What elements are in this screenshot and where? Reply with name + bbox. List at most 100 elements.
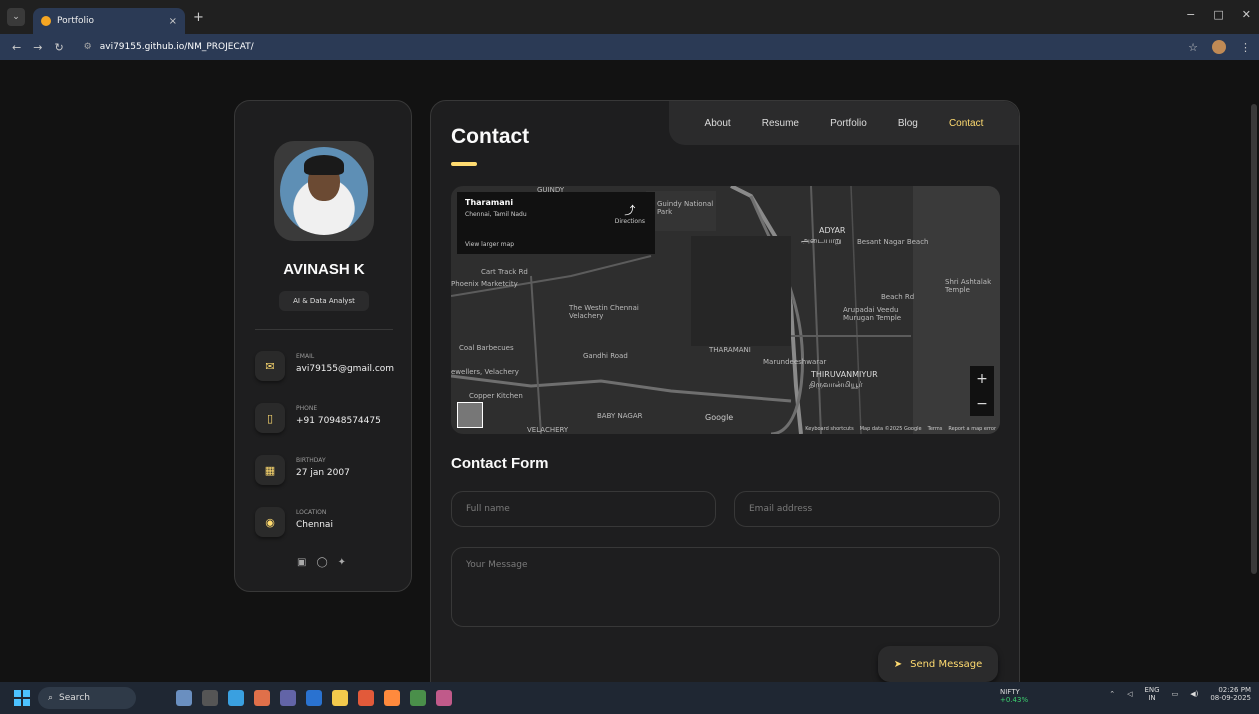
twitter-icon[interactable]: ✦ [338, 557, 346, 568]
url-text: avi79155.github.io/NM_PROJECAT/ [99, 42, 254, 52]
map-park [691, 236, 791, 346]
send-message-button[interactable]: ➤ Send Message [878, 646, 998, 682]
minimize-button[interactable]: − [1186, 8, 1195, 21]
clock[interactable]: 02:26 PM 08-09-2025 [1210, 686, 1251, 702]
bookmark-star-icon[interactable]: ☆ [1188, 41, 1198, 54]
map-label-thiruvanmiyur: THIRUVANMIYUR [811, 370, 878, 379]
chevron-up-icon[interactable]: ⌃ [1109, 690, 1115, 698]
top-navbar: About Resume Portfolio Blog Contact [669, 101, 1019, 145]
language-indicator[interactable]: ENG IN [1144, 686, 1159, 702]
directions-button[interactable]: ⤴ Directions [615, 202, 645, 225]
taskbar-search[interactable]: ⌕ Search [38, 687, 136, 709]
page-title: Contact [451, 125, 530, 148]
new-tab-button[interactable]: + [193, 10, 204, 25]
zoom-in-button[interactable]: + [976, 371, 988, 387]
profile-name: AVINASH K [283, 261, 365, 278]
map-label-tharamani: THARAMANI [709, 346, 751, 354]
email-input[interactable]: Email address [734, 491, 1000, 527]
contact-label: PHONE [296, 405, 318, 412]
volume-icon[interactable]: ◀) [1190, 690, 1198, 698]
linkedin-icon[interactable]: ▣ [297, 557, 306, 568]
contact-label: EMAIL [296, 353, 315, 360]
app-icon[interactable] [254, 690, 270, 706]
tab-search-button[interactable]: ⌄ [7, 8, 25, 26]
map-label-arupadai: Arupadai Veedu Murugan Temple [843, 306, 902, 322]
map-place-card: Tharamani Chennai, Tamil Nadu View large… [457, 192, 655, 254]
windows-start-icon[interactable] [14, 690, 30, 706]
nav-contact[interactable]: Contact [949, 118, 983, 129]
contact-item-email: ✉ EMAIL avi79155@gmail.com [255, 351, 405, 387]
map-label-adyar: ADYAR [819, 226, 846, 235]
time-text: 02:26 PM [1218, 686, 1251, 694]
nav-blog[interactable]: Blog [898, 118, 918, 129]
birthday-value: 27 jan 2007 [296, 468, 350, 478]
map-footer: Keyboard shortcuts Map data ©2025 Google… [805, 426, 996, 432]
contact-label: BIRTHDAY [296, 457, 326, 464]
app-icon[interactable] [436, 690, 452, 706]
system-tray: ⌃ ◁ ENG IN ▭ ◀) 02:26 PM 08-09-2025 [1109, 686, 1251, 702]
app-icon[interactable] [384, 690, 400, 706]
location-icon[interactable]: ◁ [1127, 690, 1132, 698]
form-title: Contact Form [451, 455, 549, 472]
keyboard-shortcuts-link[interactable]: Keyboard shortcuts [805, 426, 853, 432]
map-road [810, 186, 822, 434]
tab-close-icon[interactable]: × [169, 16, 177, 27]
nav-resume[interactable]: Resume [762, 118, 799, 129]
email-link[interactable]: avi79155@gmail.com [296, 364, 394, 374]
widgets-icon[interactable] [176, 690, 192, 706]
contact-label: LOCATION [296, 509, 327, 516]
zoom-out-button[interactable]: − [976, 396, 988, 412]
reload-button[interactable]: ↻ [54, 41, 63, 54]
contact-item-birthday: ▦ BIRTHDAY 27 jan 2007 [255, 455, 405, 491]
satellite-toggle[interactable] [457, 402, 483, 428]
tab-title: Portfolio [57, 16, 95, 26]
map-label-gandhi: Gandhi Road [583, 352, 628, 360]
menu-icon[interactable]: ⋮ [1240, 41, 1251, 54]
message-textarea[interactable]: Your Message [451, 547, 1000, 627]
search-label: Search [59, 693, 90, 703]
embedded-map[interactable]: GUINDY Guindy National Park ADYAR அடையாற… [451, 186, 1000, 434]
map-label-jewellers: ewellers, Velachery [451, 368, 519, 376]
forward-button[interactable]: → [33, 41, 42, 54]
map-label-besant: Besant Nagar Beach [857, 238, 929, 246]
paper-plane-icon: ➤ [893, 658, 903, 670]
task-view-icon[interactable] [202, 690, 218, 706]
zoom-controls: + − [970, 366, 994, 416]
stock-widget[interactable]: NIFTY +0.43% [1000, 688, 1028, 704]
github-icon[interactable]: ◯ [316, 557, 327, 568]
file-explorer-icon[interactable] [332, 690, 348, 706]
page-scrollbar[interactable] [1251, 104, 1257, 574]
terms-link[interactable]: Terms [928, 426, 943, 432]
chrome-icon[interactable] [410, 690, 426, 706]
map-label-marundeeshwarar: Marundeeshwarar [763, 358, 827, 366]
avatar [274, 141, 374, 241]
browser-tab[interactable]: Portfolio × [33, 8, 185, 34]
network-icon[interactable]: ▭ [1172, 690, 1179, 698]
teams-icon[interactable] [280, 690, 296, 706]
nav-portfolio[interactable]: Portfolio [830, 118, 867, 129]
view-larger-map-link[interactable]: View larger map [465, 241, 514, 248]
maximize-button[interactable]: □ [1213, 8, 1223, 21]
contact-article: About Resume Portfolio Blog Contact Cont… [430, 100, 1020, 682]
report-error-link[interactable]: Report a map error [948, 426, 996, 432]
close-window-button[interactable]: ✕ [1242, 8, 1251, 21]
url-field[interactable]: ⚙ avi79155.github.io/NM_PROJECAT/ [78, 37, 1228, 57]
fullname-input[interactable]: Full name [451, 491, 716, 527]
nav-about[interactable]: About [705, 118, 731, 129]
calendar-icon: ▦ [255, 455, 285, 485]
app-icon[interactable] [228, 690, 244, 706]
site-info-icon[interactable]: ⚙ [84, 42, 92, 52]
profile-avatar[interactable] [1212, 40, 1226, 54]
nifty-change: +0.43% [1000, 696, 1029, 704]
phone-link[interactable]: +91 70948574475 [296, 416, 381, 426]
sidebar-divider [255, 329, 393, 330]
lang-text: ENG [1144, 686, 1160, 694]
map-data-text: Map data ©2025 Google [859, 426, 922, 432]
back-button[interactable]: ← [12, 41, 21, 54]
store-icon[interactable] [306, 690, 322, 706]
map-label-westin: The Westin Chennai Velachery [569, 304, 639, 320]
map-road [530, 275, 542, 434]
map-label-phoenix: Phoenix Marketcity [451, 280, 518, 288]
chrome-icon[interactable] [358, 690, 374, 706]
profile-sidebar: AVINASH K AI & Data Analyst ✉ EMAIL avi7… [234, 100, 412, 592]
